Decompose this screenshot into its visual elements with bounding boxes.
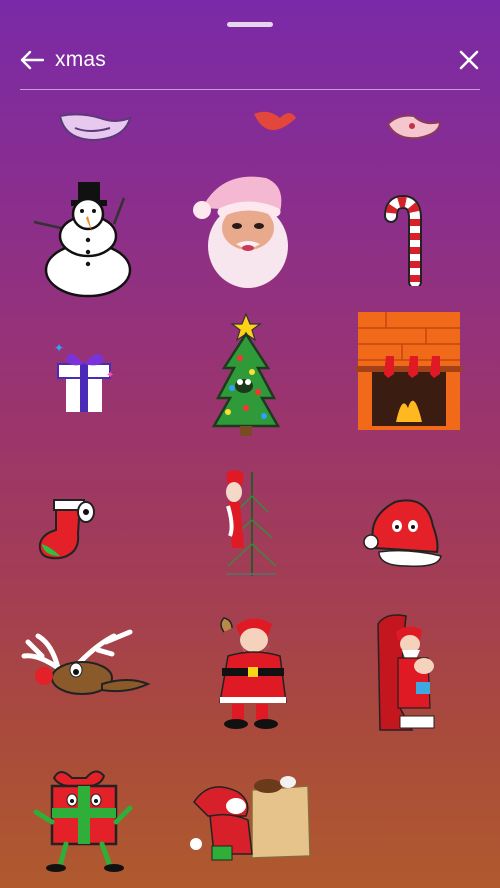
- arrow-left-icon[interactable]: [20, 50, 44, 70]
- close-icon[interactable]: [458, 49, 480, 71]
- svg-text:✦: ✦: [106, 370, 114, 381]
- sticker-search-sheet: xmas ✦ ✦: [0, 0, 500, 888]
- svg-text:✦: ✦: [54, 341, 64, 355]
- sticker-reindeer[interactable]: [18, 628, 154, 706]
- sticker-santa-hat[interactable]: [361, 496, 445, 568]
- sticker-christmas-tree[interactable]: [210, 312, 282, 442]
- sticker-snowman[interactable]: [28, 180, 136, 298]
- sticker-gift-box[interactable]: ✦ ✦: [50, 338, 122, 418]
- search-bar: xmas: [20, 42, 480, 78]
- search-input[interactable]: xmas: [55, 48, 106, 72]
- sheet-drag-handle[interactable]: [227, 22, 273, 27]
- sticker-candy-cane[interactable]: [383, 194, 435, 286]
- sticker-partial-right[interactable]: [384, 104, 444, 144]
- sticker-santa-with-tree[interactable]: [216, 466, 280, 584]
- search-divider: [20, 89, 480, 90]
- sticker-santa-face[interactable]: [192, 172, 294, 290]
- sticker-stocking[interactable]: [34, 498, 100, 564]
- sticker-partial-left[interactable]: [55, 104, 135, 144]
- sticker-santa-waving[interactable]: [210, 612, 292, 732]
- sticker-santa-with-bag[interactable]: [190, 772, 314, 864]
- sticker-partial-center[interactable]: [250, 104, 300, 140]
- sticker-santa-in-chair[interactable]: [372, 612, 452, 734]
- sticker-present-character[interactable]: [30, 768, 138, 872]
- sticker-fireplace-stockings[interactable]: [356, 310, 464, 434]
